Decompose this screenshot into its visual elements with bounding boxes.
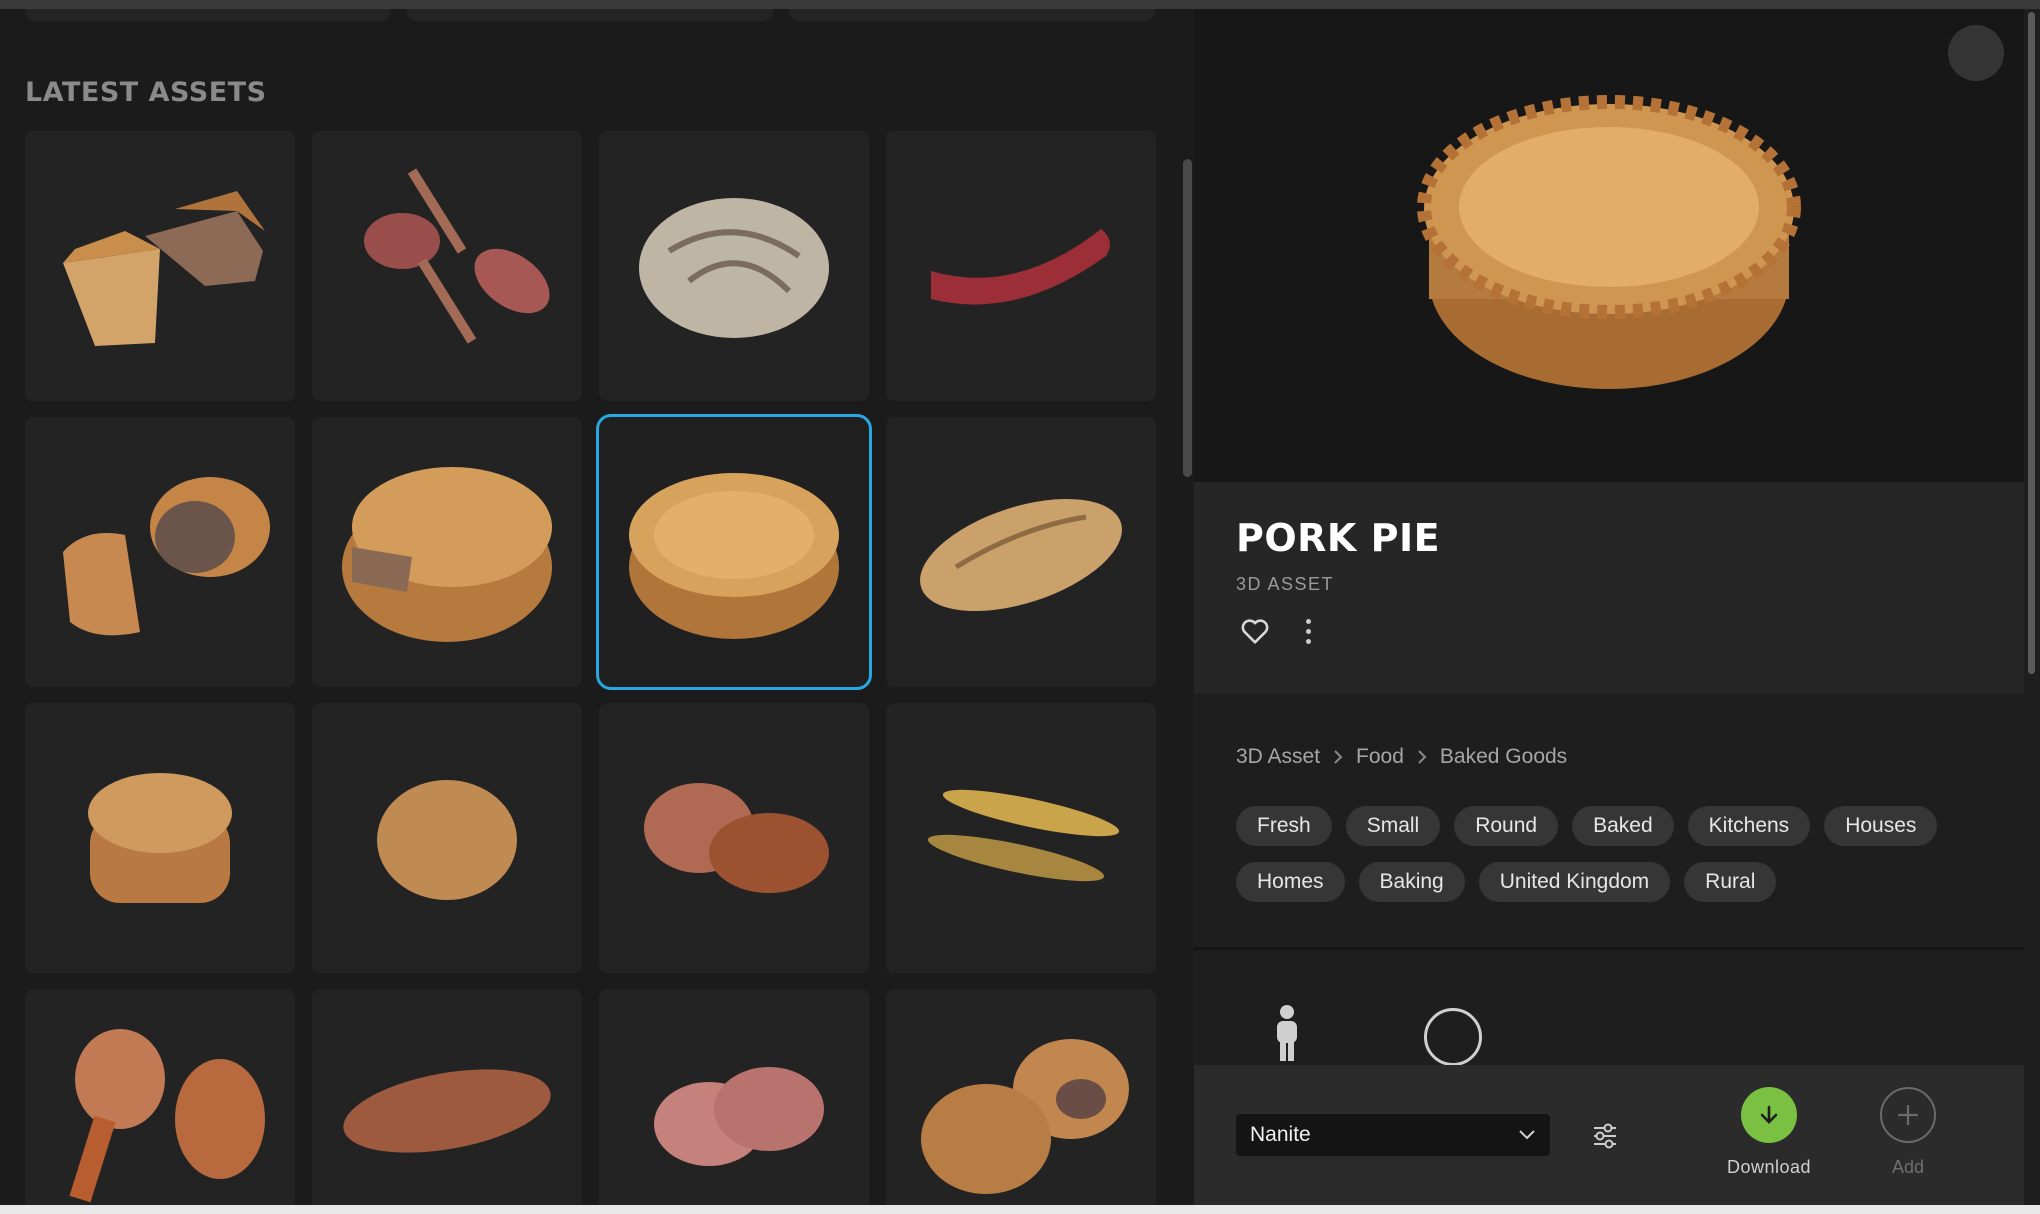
asset-tile[interactable]: [25, 417, 295, 687]
person-scale-icon: [1277, 1005, 1297, 1061]
section-divider: [1194, 947, 2024, 950]
object-scale-icon: [1424, 1008, 1482, 1066]
lod-select[interactable]: Nanite: [1236, 1114, 1550, 1156]
pie-slice-icon: [63, 191, 265, 346]
asset-tile[interactable]: [312, 417, 582, 687]
tag-chip[interactable]: Kitchens: [1687, 806, 1811, 846]
sliders-icon: [1594, 1123, 1616, 1149]
lod-select-value: Nanite: [1250, 1123, 1311, 1146]
add-button[interactable]: Add: [1858, 1087, 1958, 1178]
plus-icon: [1880, 1087, 1936, 1143]
breadcrumb-item[interactable]: 3D Asset: [1236, 745, 1320, 769]
asset-tile[interactable]: [312, 131, 582, 401]
heart-icon: [1241, 619, 1269, 644]
bottom-strip: [0, 1205, 2040, 1214]
asset-tile[interactable]: [599, 989, 869, 1205]
app-window: LATEST ASSETS PORK PIE 3D ASSET 3D Asset…: [0, 0, 2040, 1214]
asset-tile[interactable]: [312, 703, 582, 973]
broken-pie-icon: [921, 1039, 1129, 1194]
asset-tile[interactable]: [25, 131, 295, 401]
tag-chip[interactable]: Rural: [1684, 862, 1777, 902]
asset-tile[interactable]: [886, 989, 1156, 1205]
asset-tile[interactable]: [599, 131, 869, 401]
asset-detail-panel: PORK PIE 3D ASSET 3D Asset Food Baked Go…: [1194, 9, 2040, 1205]
meat-cut-icon: [343, 1069, 551, 1153]
category-card[interactable]: [407, 9, 773, 21]
asset-preview: [1194, 9, 2024, 482]
chevron-down-icon: [1519, 1130, 1535, 1140]
drumstick-icon: [69, 1029, 265, 1203]
tag-chip[interactable]: Baking: [1358, 862, 1465, 902]
baguette-icon: [920, 498, 1122, 612]
tag-chip[interactable]: Fresh: [1236, 806, 1332, 846]
tag-chip[interactable]: Baked: [1572, 806, 1674, 846]
chevron-right-icon: [1416, 749, 1428, 765]
breadcrumb: 3D Asset Food Baked Goods: [1236, 745, 1567, 769]
download-icon: [1741, 1087, 1797, 1143]
grid-scrollbar[interactable]: [1183, 159, 1192, 477]
favorite-button[interactable]: [1238, 614, 1272, 648]
asset-info: PORK PIE 3D ASSET: [1194, 482, 2024, 694]
top-bar: [0, 0, 2040, 9]
dough-icon: [377, 780, 517, 900]
fish-icon: [927, 789, 1120, 882]
asset-tile[interactable]: [886, 417, 1156, 687]
ham-legs-icon: [364, 168, 550, 344]
section-title: LATEST ASSETS: [25, 77, 267, 108]
tag-list: Fresh Small Round Baked Kitchens Houses …: [1236, 806, 2006, 902]
asset-tile[interactable]: [25, 989, 295, 1205]
asset-type: 3D ASSET: [1236, 574, 1335, 594]
salami-slices-icon: [654, 1067, 824, 1166]
chevron-right-icon: [1332, 749, 1344, 765]
bread-loaf-icon: [639, 198, 829, 338]
download-settings-button[interactable]: [1588, 1119, 1622, 1153]
tag-chip[interactable]: Small: [1345, 806, 1441, 846]
more-options-button[interactable]: [1294, 614, 1322, 648]
close-button[interactable]: [1948, 25, 2004, 81]
asset-tile[interactable]: [25, 703, 295, 973]
asset-tile-selected[interactable]: [596, 414, 872, 690]
sausage-icon: [931, 229, 1110, 305]
download-footer: Nanite Download Add: [1194, 1065, 2024, 1205]
tag-chip[interactable]: Round: [1454, 806, 1559, 846]
asset-browser: LATEST ASSETS: [0, 9, 1192, 1205]
tag-chip[interactable]: Homes: [1236, 862, 1345, 902]
category-card[interactable]: [25, 9, 391, 21]
tag-chip[interactable]: United Kingdom: [1478, 862, 1671, 902]
asset-tile[interactable]: [886, 703, 1156, 973]
asset-tile[interactable]: [312, 989, 582, 1205]
roast-meat-icon: [644, 783, 829, 893]
detail-scrollbar[interactable]: [2028, 12, 2035, 674]
more-vertical-icon: [1305, 618, 1311, 624]
cut-pie-icon: [63, 477, 270, 636]
asset-tile[interactable]: [886, 131, 1156, 401]
pork-pie-preview-image: [1417, 95, 1801, 389]
download-label: Download: [1726, 1157, 1812, 1177]
asset-tile[interactable]: [599, 703, 869, 973]
category-card[interactable]: [789, 9, 1155, 21]
pork-pie-icon: [629, 473, 839, 639]
tag-chip[interactable]: Houses: [1824, 806, 1938, 846]
asset-title: PORK PIE: [1236, 516, 1441, 560]
add-label: Add: [1891, 1157, 1925, 1177]
download-button[interactable]: Download: [1704, 1087, 1834, 1178]
sliced-pie-icon: [342, 467, 552, 642]
asset-grid: [25, 131, 1156, 1205]
breadcrumb-item[interactable]: Baked Goods: [1440, 745, 1567, 769]
breadcrumb-item[interactable]: Food: [1356, 745, 1404, 769]
small-pie-icon: [88, 773, 232, 903]
